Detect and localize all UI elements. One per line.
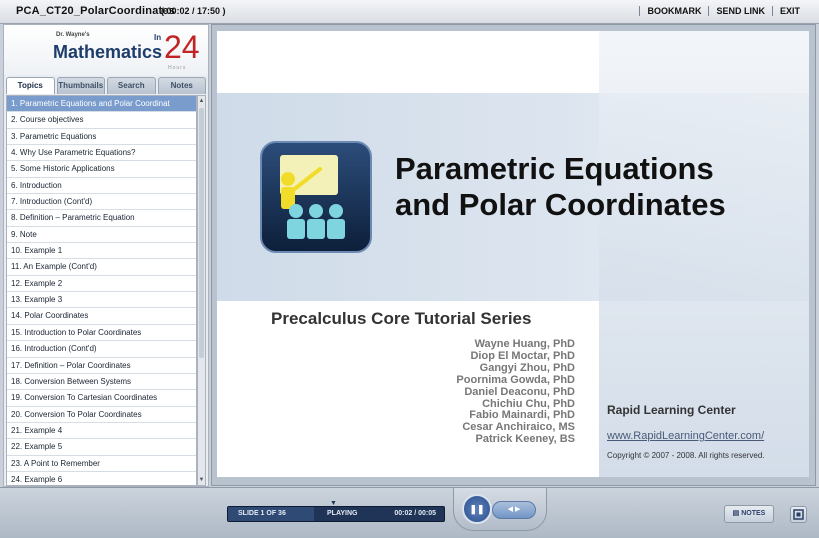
- bookmark-link[interactable]: BOOKMARK: [639, 6, 708, 16]
- topic-item[interactable]: 2. Course objectives: [7, 112, 196, 129]
- topic-item[interactable]: 15. Introduction to Polar Coordinates: [7, 325, 196, 342]
- exit-link[interactable]: EXIT: [771, 6, 807, 16]
- author: Poornima Gowda, PhD: [456, 373, 575, 386]
- player-window: PCA_CT20_PolarCoordinates ( 00:02 / 17:5…: [0, 0, 819, 538]
- tab-thumbnails[interactable]: Thumbnails: [56, 77, 105, 94]
- topic-item[interactable]: 10. Example 1: [7, 243, 196, 260]
- notes-label: NOTES: [741, 510, 766, 517]
- topic-item[interactable]: 6. Introduction: [7, 178, 196, 195]
- topic-item[interactable]: 17. Definition – Polar Coordinates: [7, 358, 196, 374]
- play-controls: ❚❚ ◀ ▶: [453, 488, 547, 531]
- scroll-up-icon[interactable]: ▲: [198, 96, 205, 106]
- topic-item[interactable]: 21. Example 4: [7, 423, 196, 440]
- progress-marker-icon[interactable]: ▼: [330, 500, 337, 507]
- topic-item[interactable]: 12. Example 2: [7, 276, 196, 293]
- progress-bar[interactable]: ▼ SLIDE 1 OF 36 PLAYING 00:02 / 00:05: [227, 500, 445, 522]
- slide-title: Parametric Equations and Polar Coordinat…: [395, 151, 726, 223]
- playback-status: PLAYING: [327, 510, 358, 517]
- playback-bar: ▼ SLIDE 1 OF 36 PLAYING 00:02 / 00:05 ❚❚…: [0, 487, 819, 538]
- slide: Parametric Equations and Polar Coordinat…: [217, 31, 809, 477]
- slide-time: 00:02 / 00:05: [394, 510, 436, 517]
- send-link-link[interactable]: SEND LINK: [708, 6, 772, 16]
- tab-notes[interactable]: Notes: [157, 77, 206, 94]
- author: Patrick Keeney, BS: [475, 433, 575, 446]
- teacher-icon: [260, 141, 372, 253]
- lesson-title: PCA_CT20_PolarCoordinates: [16, 5, 176, 17]
- topic-item[interactable]: 23. A Point to Remember: [7, 456, 196, 472]
- logo: Dr. Wayne's Mathematics In 24 Hours: [4, 25, 208, 75]
- topic-item[interactable]: 7. Introduction (Cont'd): [7, 194, 196, 211]
- logo-author: Dr. Wayne's: [56, 32, 90, 38]
- topic-item[interactable]: 5. Some Historic Applications: [7, 161, 196, 178]
- author: Gangyi Zhou, PhD: [479, 361, 575, 374]
- topic-scrollbar[interactable]: ▲ ▼: [197, 95, 206, 486]
- logo-in: In: [154, 33, 162, 42]
- series-name: Precalculus Core Tutorial Series: [271, 309, 532, 328]
- slide-title-line-1: Parametric Equations: [395, 151, 714, 186]
- copyright-text: Copyright © 2007 - 2008. All rights rese…: [607, 451, 765, 460]
- navigation-panel: Dr. Wayne's Mathematics In 24 Hours Topi…: [3, 24, 209, 487]
- slide-frame: Parametric Equations and Polar Coordinat…: [211, 24, 816, 486]
- topic-item[interactable]: 18. Conversion Between Systems: [7, 374, 196, 391]
- step-buttons[interactable]: ◀ ▶: [492, 501, 536, 519]
- topic-item[interactable]: 16. Introduction (Cont'd): [7, 341, 196, 358]
- title-bar: PCA_CT20_PolarCoordinates ( 00:02 / 17:5…: [0, 0, 819, 24]
- lesson-time: ( 00:02 / 17:50 ): [161, 6, 226, 16]
- topic-item[interactable]: 20. Conversion To Polar Coordinates: [7, 407, 196, 423]
- slide-counter: SLIDE 1 OF 36: [238, 510, 286, 517]
- logo-hours: Hours: [168, 65, 187, 71]
- topic-item[interactable]: 4. Why Use Parametric Equations?: [7, 145, 196, 162]
- topic-item[interactable]: 13. Example 3: [7, 292, 196, 309]
- topic-item[interactable]: 3. Parametric Equations: [7, 129, 196, 146]
- scroll-thumb[interactable]: [199, 108, 204, 358]
- logo-subject: Mathematics: [53, 42, 163, 62]
- topic-list: 1. Parametric Equations and Polar Coordi…: [6, 95, 197, 486]
- topic-item[interactable]: 11. An Example (Cont'd): [7, 259, 196, 276]
- tab-search[interactable]: Search: [107, 77, 156, 94]
- organization-name: Rapid Learning Center: [607, 403, 736, 417]
- topic-item[interactable]: 14. Polar Coordinates: [7, 308, 196, 325]
- notes-button[interactable]: ▤ NOTES: [724, 505, 774, 523]
- author-list: Wayne Huang, PhD Diop El Moctar, PhD Gan…: [407, 338, 575, 446]
- notes-icon: ▤: [732, 510, 742, 517]
- topic-item[interactable]: 19. Conversion To Cartesian Coordinates: [7, 390, 196, 407]
- header-links: BOOKMARK SEND LINK EXIT: [639, 6, 807, 16]
- slide-title-line-2: and Polar Coordinates: [395, 187, 726, 222]
- author: Daniel Deaconu, PhD: [464, 385, 575, 398]
- tab-topics[interactable]: Topics: [6, 77, 55, 94]
- topic-item[interactable]: 9. Note: [7, 227, 196, 244]
- logo-number: 24: [164, 29, 200, 65]
- topic-item[interactable]: 24. Example 6: [7, 472, 196, 485]
- topic-item[interactable]: 8. Definition – Parametric Equation: [7, 210, 196, 227]
- topic-item[interactable]: 22. Example 5: [7, 439, 196, 456]
- pause-button[interactable]: ❚❚: [462, 494, 492, 524]
- fullscreen-icon: [793, 509, 804, 520]
- topic-item[interactable]: 1. Parametric Equations and Polar Coordi…: [7, 96, 196, 113]
- scroll-down-icon[interactable]: ▼: [198, 475, 205, 485]
- organization-link[interactable]: www.RapidLearningCenter.com/: [607, 430, 764, 442]
- fullscreen-button[interactable]: [790, 506, 807, 523]
- panel-tabs: Topics Thumbnails Search Notes: [6, 77, 206, 94]
